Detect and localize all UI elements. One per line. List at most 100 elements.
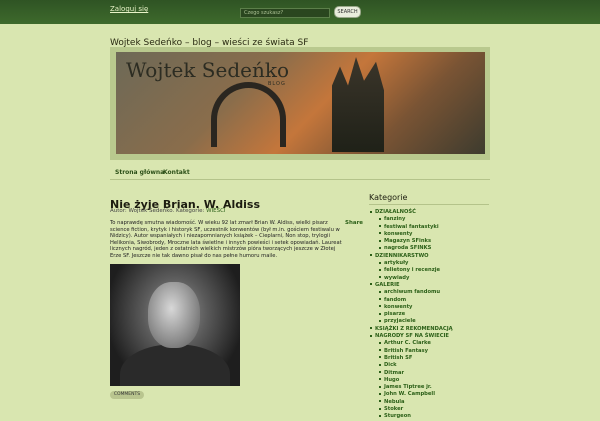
category-item[interactable]: DZIENNIKARSTWO: [370, 253, 495, 260]
bullet-icon: [379, 385, 381, 388]
bullet-icon: [379, 225, 381, 228]
author-photo: [110, 264, 240, 386]
post-body: To naprawdę smutna wiadomość. W wieku 92…: [110, 220, 342, 259]
category-label: Ditmar: [384, 369, 405, 376]
bullet-icon: [379, 261, 381, 264]
category-item[interactable]: wywiady: [370, 275, 495, 282]
category-label: Dick: [384, 362, 397, 369]
category-item[interactable]: NAGRODY SF NA ŚWIECIE: [370, 333, 495, 340]
category-item[interactable]: fandom: [370, 297, 495, 304]
category-label: British SF: [384, 354, 413, 361]
category-label: GALERIE: [375, 281, 400, 288]
category-item[interactable]: KSIĄŻKI Z REKOMENDACJĄ: [370, 326, 495, 333]
category-item[interactable]: konwenty: [370, 231, 495, 238]
category-item[interactable]: James Tiptree jr.: [370, 384, 495, 391]
category-label: fandom: [384, 296, 407, 303]
bullet-icon: [379, 414, 381, 417]
category-label: felietony i recenzje: [384, 267, 441, 274]
category-item[interactable]: Stoker: [370, 406, 495, 413]
category-label: nagroda SFINKS: [384, 245, 432, 252]
category-label: John W. Campbell: [384, 391, 435, 398]
photo-face-shape: [148, 282, 200, 348]
category-label: Hugo: [384, 376, 400, 383]
category-label: pisarze: [384, 311, 406, 318]
bullet-icon: [379, 378, 381, 381]
bullet-icon: [379, 305, 381, 308]
bullet-icon: [379, 312, 381, 315]
category-item[interactable]: archiwum fandomu: [370, 289, 495, 296]
category-item[interactable]: felietony i recenzje: [370, 267, 495, 274]
sidebar-title: Kategorie: [369, 193, 408, 202]
category-item[interactable]: Magazyn SFinks: [370, 238, 495, 245]
bullet-icon: [379, 298, 381, 301]
category-label: festiwal fantastyki: [384, 223, 439, 230]
category-list: DZIAŁALNOŚĆ fanziny festiwal fantastyki kon…: [370, 209, 495, 421]
category-item[interactable]: British Fantasy: [370, 348, 495, 355]
sidebar-divider: [369, 204, 489, 205]
logo-text: Wojtek Sedeńko: [126, 58, 290, 82]
category-item[interactable]: Arthur C. Clarke: [370, 340, 495, 347]
bullet-icon: [379, 239, 381, 242]
bullet-icon: [379, 349, 381, 352]
category-label: British Fantasy: [384, 347, 429, 354]
bullet-icon: [379, 217, 381, 220]
category-item[interactable]: John W. Campbell: [370, 391, 495, 398]
bullet-icon: [370, 254, 372, 257]
category-label: DZIENNIKARSTWO: [375, 252, 429, 259]
category-label: NAGRODY SF NA ŚWIECIE: [375, 333, 449, 340]
bullet-icon: [379, 341, 381, 344]
category-label: fanziny: [384, 216, 406, 223]
comments-button[interactable]: COMMENTS: [110, 391, 144, 399]
bullet-icon: [379, 246, 381, 249]
post-category-link[interactable]: WIEŚCI: [206, 208, 226, 214]
post-meta-prefix: Autor: Wojtek Sedeńko. Kategorie:: [110, 208, 205, 214]
nav-item-contact[interactable]: Kontakt: [163, 169, 190, 176]
bullet-icon: [370, 283, 372, 286]
category-item[interactable]: DZIAŁALNOŚĆ: [370, 209, 495, 216]
category-label: archiwum fandomu: [384, 289, 441, 296]
bullet-icon: [379, 356, 381, 359]
category-item[interactable]: Hugo: [370, 377, 495, 384]
post-meta: Autor: Wojtek Sedeńko. Kategorie: WIEŚCI: [110, 208, 226, 214]
category-label: Stoker: [384, 406, 404, 413]
category-item[interactable]: artykuły: [370, 260, 495, 267]
bullet-icon: [379, 407, 381, 410]
category-label: Magazyn SFinks: [384, 238, 432, 245]
logo-subtitle: BLOG: [268, 81, 286, 87]
category-item[interactable]: Dick: [370, 362, 495, 369]
header-arch-shape: [211, 82, 286, 147]
main-nav: Strona główna Kontakt: [110, 165, 490, 180]
category-label: Sturgeon: [384, 413, 411, 420]
category-label: James Tiptree jr.: [384, 384, 432, 391]
category-item[interactable]: pisarze: [370, 311, 495, 318]
bullet-icon: [379, 232, 381, 235]
category-item[interactable]: British SF: [370, 355, 495, 362]
category-label: KSIĄŻKI Z REKOMENDACJĄ: [375, 325, 453, 332]
header-castle-shape: [332, 57, 384, 152]
nav-item-home[interactable]: Strona główna: [115, 169, 164, 176]
category-label: przyjaciele: [384, 318, 416, 325]
share-button[interactable]: Share: [345, 220, 363, 226]
bullet-icon: [379, 400, 381, 403]
category-item[interactable]: przyjaciele: [370, 318, 495, 325]
bullet-icon: [379, 319, 381, 322]
category-label: Arthur C. Clarke: [384, 340, 431, 347]
bullet-icon: [379, 290, 381, 293]
category-item[interactable]: nagroda SFINKS: [370, 245, 495, 252]
category-item[interactable]: fanziny: [370, 216, 495, 223]
search-button[interactable]: SEARCH: [334, 6, 361, 18]
bullet-icon: [370, 327, 372, 330]
category-item[interactable]: festiwal fantastyki: [370, 224, 495, 231]
login-link[interactable]: Zaloguj się: [110, 5, 148, 13]
bullet-icon: [379, 371, 381, 374]
category-item[interactable]: GALERIE: [370, 282, 495, 289]
search-input[interactable]: Czego szukasz?: [240, 8, 330, 18]
category-item[interactable]: konwenty: [370, 304, 495, 311]
category-label: konwenty: [384, 230, 413, 237]
category-item[interactable]: Ditmar: [370, 370, 495, 377]
category-item[interactable]: Sturgeon: [370, 413, 495, 420]
category-label: konwenty: [384, 303, 413, 310]
bullet-icon: [379, 276, 381, 279]
bullet-icon: [370, 210, 372, 213]
bullet-icon: [379, 268, 381, 271]
